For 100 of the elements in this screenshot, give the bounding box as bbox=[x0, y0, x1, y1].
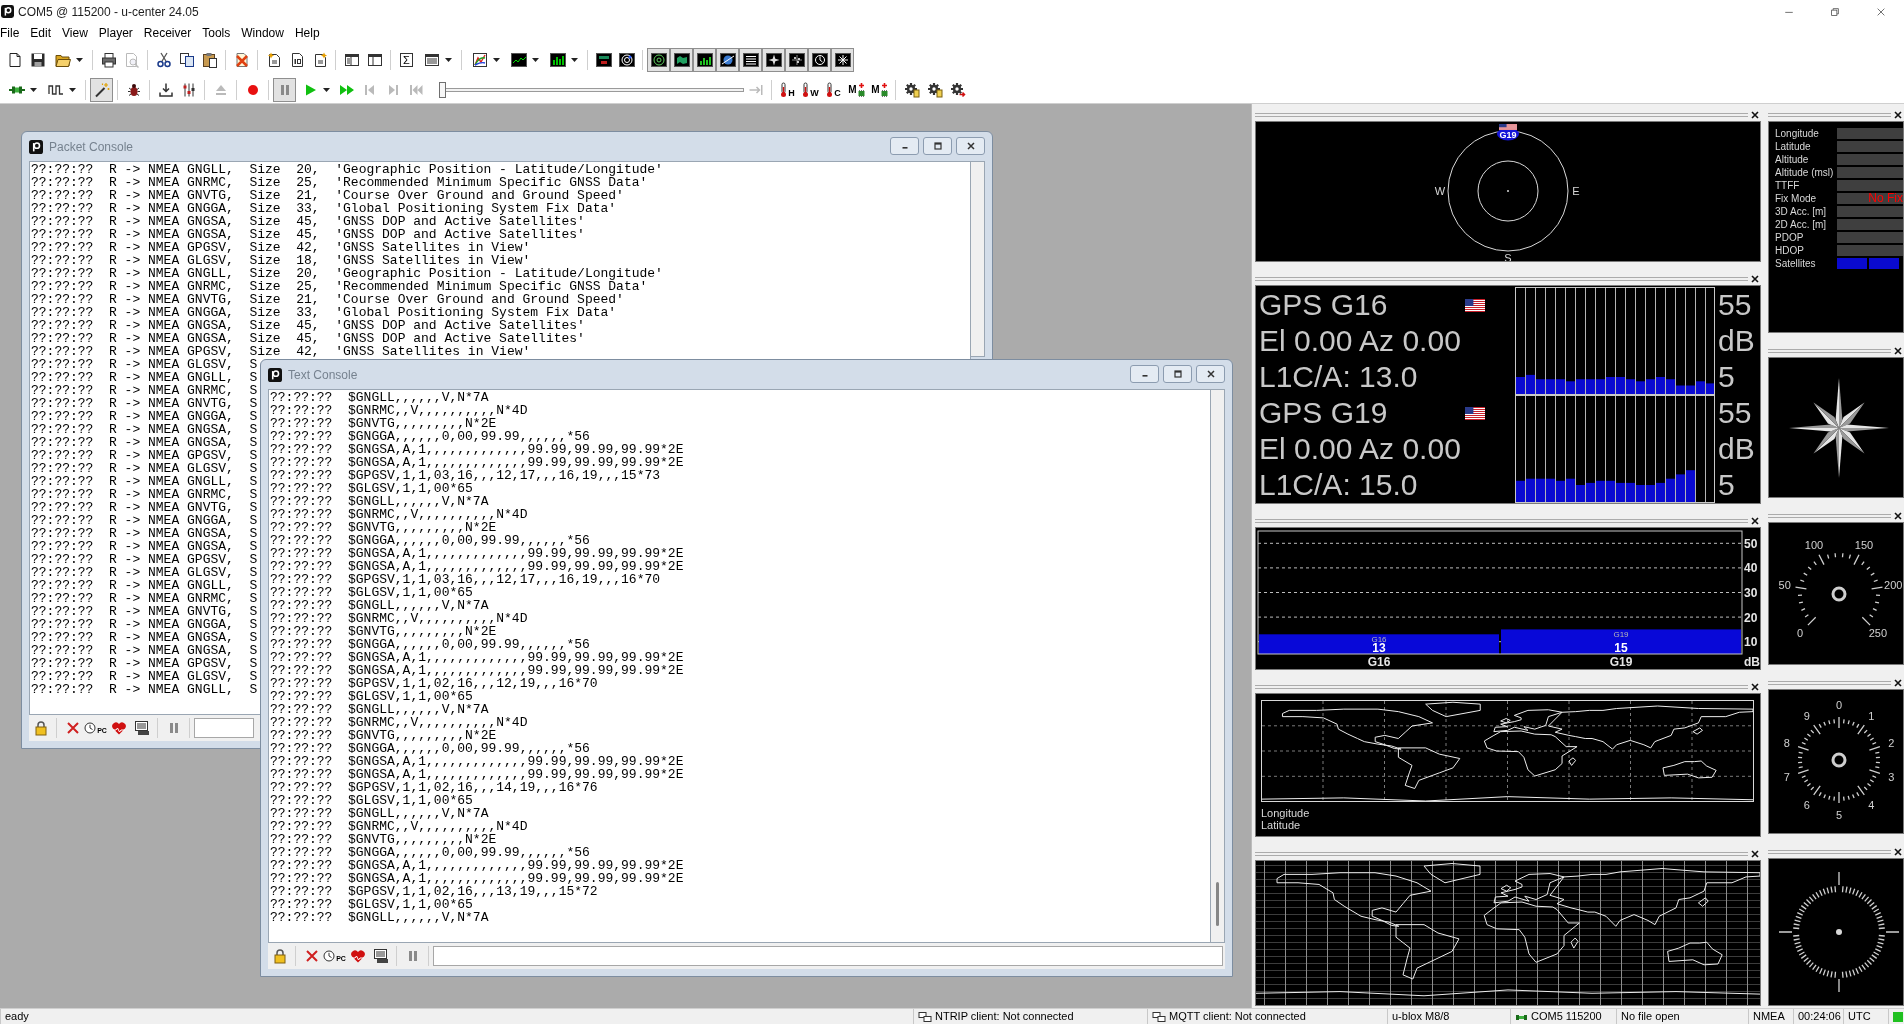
close-icon[interactable] bbox=[1751, 110, 1759, 119]
map-coordinate-label: Latitude bbox=[1261, 819, 1301, 831]
thermometer-button[interactable]: C bbox=[822, 78, 845, 102]
unit-label: dB bbox=[1718, 323, 1755, 359]
scale-label: 55 bbox=[1718, 287, 1752, 323]
panel-gripper[interactable] bbox=[1768, 680, 1891, 685]
close-icon[interactable] bbox=[1751, 682, 1759, 691]
maximize-icon[interactable] bbox=[1172, 369, 1183, 379]
log-line: ??:??:?? R -> NMEA GNGSA, S bbox=[31, 540, 258, 553]
thermometer-button[interactable]: W bbox=[799, 78, 822, 102]
close-icon[interactable] bbox=[1894, 110, 1902, 119]
tick-label: 20 bbox=[1744, 610, 1758, 625]
caret-icon[interactable] bbox=[531, 58, 539, 62]
dial-label: 100 bbox=[1804, 539, 1824, 551]
log-line: ??:??:?? R -> NMEA GLGSV, S bbox=[31, 566, 258, 579]
app-logo-icon bbox=[1, 5, 14, 18]
close-icon[interactable] bbox=[1894, 678, 1902, 687]
panel-gripper[interactable] bbox=[1768, 849, 1891, 854]
menu-item[interactable]: Receiver bbox=[143, 25, 192, 40]
menu-item[interactable]: File bbox=[0, 25, 20, 40]
panel-gripper[interactable] bbox=[1768, 112, 1891, 117]
log-line: ??:??:?? R -> NMEA GNGGA, Size 33, 'Global Positioning System Fix Data' bbox=[31, 306, 617, 319]
color-graph-icon[interactable] bbox=[471, 52, 488, 68]
thermometer-button[interactable]: H bbox=[776, 78, 799, 102]
input-field[interactable] bbox=[194, 718, 254, 738]
menu-item[interactable]: Tools bbox=[202, 25, 231, 40]
maximize-button[interactable] bbox=[923, 137, 952, 155]
thermometer-icon[interactable] bbox=[826, 82, 834, 98]
square-wave-icon[interactable] bbox=[47, 82, 64, 98]
clock-icon[interactable] bbox=[323, 950, 336, 962]
plus-chip-icon[interactable] bbox=[857, 82, 865, 98]
log-line: ??:??:?? R -> NMEA GNVTG, S bbox=[31, 605, 258, 618]
satellite-position: El 0.00 Az 0.00 bbox=[1259, 323, 1461, 359]
maximize-icon[interactable] bbox=[932, 141, 943, 151]
scrollbar[interactable] bbox=[971, 161, 985, 357]
playback-slider[interactable] bbox=[439, 81, 744, 99]
scrollbar[interactable] bbox=[1211, 389, 1225, 943]
dial-label: 0 bbox=[1835, 699, 1843, 711]
field-value: No Fix bbox=[1868, 193, 1903, 204]
plus-chip-button[interactable]: M bbox=[868, 78, 891, 102]
log-line: ??:??:?? $GNVTG,,,,,,,,,N*2E bbox=[270, 833, 497, 846]
axis-label: dB bbox=[1744, 655, 1760, 669]
panel-gripper[interactable] bbox=[1255, 684, 1748, 689]
window-rows-icon[interactable] bbox=[423, 52, 440, 68]
close-icon[interactable] bbox=[1751, 274, 1759, 283]
log-line: ??:??:?? R -> NMEA GNRMC, S bbox=[31, 488, 258, 501]
log-line: ??:??:?? $GNGLL,,,,,,V,N*7A bbox=[270, 391, 489, 404]
status-text: NMEA bbox=[1753, 1010, 1785, 1023]
close-icon[interactable] bbox=[1894, 346, 1902, 355]
close-button[interactable] bbox=[1196, 365, 1225, 383]
menu-item[interactable]: Window bbox=[241, 25, 284, 40]
close-icon[interactable] bbox=[1894, 847, 1902, 856]
scrollbar-thumb[interactable] bbox=[1216, 882, 1219, 926]
caret-icon[interactable] bbox=[570, 58, 578, 62]
caret-icon[interactable] bbox=[29, 88, 37, 92]
bar-graph-icon[interactable] bbox=[549, 52, 566, 68]
category-label: G19 bbox=[1609, 655, 1633, 669]
log-line: ??:??:?? R -> NMEA GNGLL, Size 20, 'Geographic Position - Latitude/Longitude' bbox=[31, 163, 663, 176]
caret-icon[interactable] bbox=[322, 88, 330, 92]
log-line: ??:??:?? R -> NMEA GNGSA, S bbox=[31, 436, 258, 449]
caret-icon[interactable] bbox=[68, 88, 76, 92]
field-label: TTFF bbox=[1775, 179, 1800, 192]
close-icon[interactable] bbox=[1205, 369, 1216, 379]
log-line: ??:??:?? $GNGSA,A,1,,,,,,,,,,,,,99.99,99.99,99.99*2E bbox=[270, 872, 684, 885]
close-icon[interactable] bbox=[965, 141, 976, 151]
dial-label: 5 bbox=[1835, 809, 1843, 821]
log-line: ??:??:?? R -> NMEA GPGSV, S bbox=[31, 657, 258, 670]
close-button[interactable] bbox=[956, 137, 985, 155]
close-icon[interactable] bbox=[1751, 516, 1759, 525]
caret-icon[interactable] bbox=[75, 58, 83, 62]
log-line: ??:??:?? R -> NMEA GPGSV, Size 42, 'GNSS Satellites in View' bbox=[31, 345, 531, 358]
slider-thumb[interactable] bbox=[439, 82, 446, 98]
panel-gripper[interactable] bbox=[1255, 518, 1748, 523]
menu-item[interactable]: Edit bbox=[30, 25, 52, 40]
log-line: ??:??:?? $GNGSA,A,1,,,,,,,,,,,,,99.99,99.99,99.99*2E bbox=[270, 664, 684, 677]
dial-label: 50 bbox=[1778, 579, 1791, 592]
thermometer-icon[interactable] bbox=[802, 82, 810, 98]
sigma-button[interactable]: Σ bbox=[395, 48, 418, 72]
close-icon[interactable] bbox=[1894, 511, 1902, 520]
panel-gripper[interactable] bbox=[1768, 513, 1891, 518]
dial-hub bbox=[1836, 929, 1842, 935]
menu-item[interactable]: Help bbox=[294, 25, 320, 40]
folder-icon[interactable] bbox=[54, 52, 71, 68]
panel-gripper[interactable] bbox=[1768, 348, 1891, 353]
close-icon[interactable] bbox=[1751, 849, 1759, 858]
caret-icon[interactable] bbox=[444, 58, 452, 62]
plus-chip-icon[interactable] bbox=[880, 82, 888, 98]
plus-chip-button[interactable]: M bbox=[845, 78, 868, 102]
menu-item[interactable]: Player bbox=[98, 25, 133, 40]
panel-gripper[interactable] bbox=[1255, 851, 1748, 856]
line-graph-icon[interactable] bbox=[510, 52, 527, 68]
menu-item[interactable]: View bbox=[62, 25, 88, 40]
input-field[interactable] bbox=[433, 946, 1223, 966]
panel-gripper[interactable] bbox=[1255, 276, 1748, 281]
panel-gripper[interactable] bbox=[1255, 112, 1748, 117]
thermometer-icon[interactable] bbox=[780, 82, 788, 98]
restore-icon[interactable] bbox=[1829, 5, 1841, 18]
maximize-button[interactable] bbox=[1163, 365, 1192, 383]
clock-icon[interactable] bbox=[84, 722, 97, 734]
caret-icon[interactable] bbox=[492, 58, 500, 62]
